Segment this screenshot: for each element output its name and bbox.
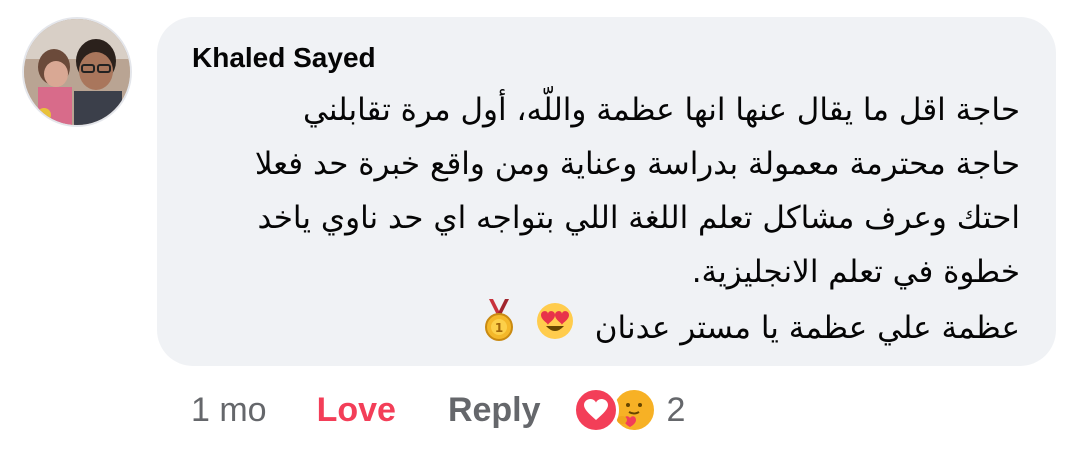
comment-line: حاجة اقل ما يقال عنها انها عظمة واللّه، … [302, 92, 1020, 128]
reply-button[interactable]: Reply [448, 391, 541, 430]
comment: Khaled Sayed حاجة اقل ما يقال عنها انها … [0, 0, 1080, 449]
svg-text:1: 1 [495, 321, 503, 335]
reactions-summary[interactable]: 2 [572, 387, 686, 433]
comment-text: حاجة اقل ما يقال عنها انها عظمة واللّه، … [180, 83, 1020, 360]
comment-bubble: Khaled Sayed حاجة اقل ما يقال عنها انها … [157, 17, 1056, 366]
gold-medal-emoji-icon: 1 [483, 299, 515, 360]
avatar[interactable] [22, 17, 132, 127]
timestamp[interactable]: 1 mo [191, 391, 267, 430]
comment-actions: 1 mo Love Reply 2 [191, 385, 685, 435]
comment-line: احتك وعرف مشاكل تعلم اللغة اللي بتواجه ا… [257, 200, 1021, 236]
reaction-count: 2 [666, 390, 686, 429]
author-name[interactable]: Khaled Sayed [192, 42, 376, 74]
comment-line: عظمة علي عظمة يا مستر عدنان [594, 310, 1020, 346]
love-button[interactable]: Love [317, 391, 396, 430]
comment-line: خطوة في تعلم الانجليزية. [691, 254, 1020, 290]
comment-line-last: عظمة علي عظمة يا مستر عدنان 1 [180, 299, 1020, 360]
comment-line: حاجة محترمة معمولة بدراسة وعناية ومن واق… [254, 146, 1020, 182]
heart-eyes-emoji-icon [535, 301, 575, 358]
love-reaction-icon [572, 387, 619, 433]
